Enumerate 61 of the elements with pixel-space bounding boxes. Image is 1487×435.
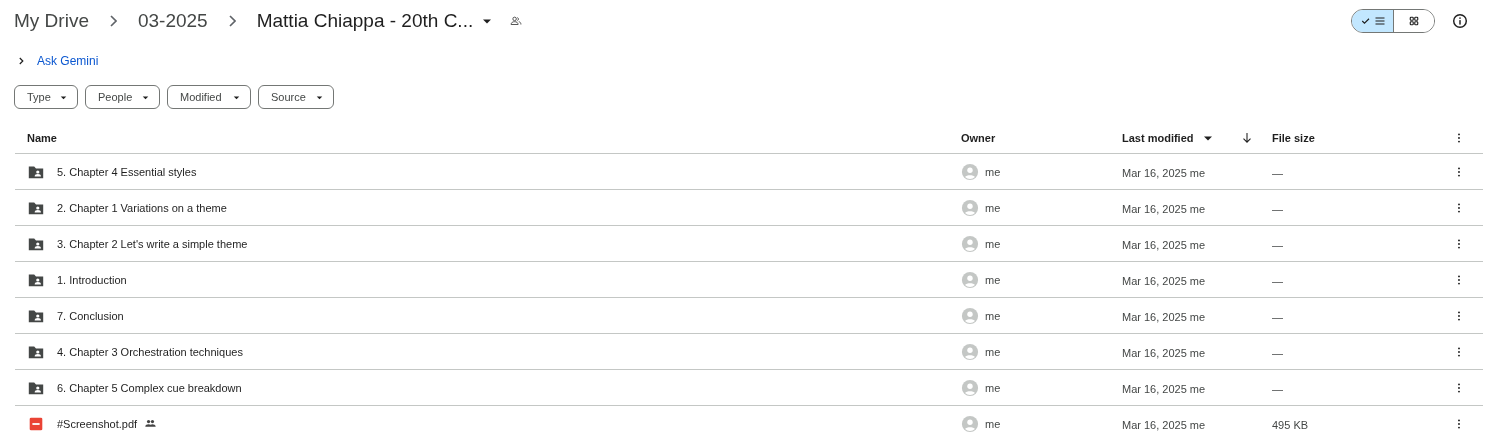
column-header[interactable]: Name (27, 132, 57, 144)
modified-date: Mar 16, 2025 me (1122, 418, 1206, 431)
modified-date: Mar 16, 2025 me (1122, 202, 1206, 215)
owner-name: me (985, 381, 1001, 394)
list-icon (1373, 15, 1386, 27)
avatar-icon (961, 270, 979, 289)
file-name[interactable]: 2. Chapter 1 Variations on a theme (57, 201, 227, 214)
avatar-icon (961, 306, 979, 325)
file-size: — (1272, 202, 1283, 215)
file-size: — (1272, 166, 1283, 179)
owner-name: me (985, 237, 1001, 250)
avatar-icon (961, 378, 979, 397)
owner-name: me (985, 345, 1001, 358)
column-header[interactable]: Owner (961, 132, 996, 144)
column-header[interactable]: File size (1272, 132, 1315, 144)
filter-chip[interactable]: Type (14, 85, 78, 109)
modified-date: Mar 16, 2025 me (1122, 238, 1206, 251)
filter-chip[interactable]: People (85, 85, 160, 109)
file-name[interactable]: 1. Introduction (57, 273, 127, 286)
file-name[interactable]: 6. Chapter 5 Complex cue breakdown (57, 381, 242, 394)
people-icon[interactable] (509, 14, 524, 28)
file-name[interactable]: 7. Conclusion (57, 309, 124, 322)
file-size: — (1272, 346, 1283, 359)
avatar-icon (961, 342, 979, 361)
owner-name: me (985, 309, 1001, 322)
folder-title[interactable]: Mattia Chiappa - 20th C... (256, 10, 474, 32)
modified-date: Mar 16, 2025 me (1122, 310, 1206, 323)
column-header[interactable]: Last modified (1122, 132, 1194, 144)
modified-date: Mar 16, 2025 me (1122, 274, 1206, 287)
owner-name: me (985, 273, 1001, 286)
file-size: — (1272, 382, 1283, 395)
file-name[interactable]: 5. Chapter 4 Essential styles (57, 165, 197, 178)
info-icon[interactable] (1451, 12, 1469, 30)
breadcrumb-link[interactable]: My Drive (14, 10, 89, 32)
owner-name: me (985, 165, 1001, 178)
owner-name: me (985, 417, 1001, 430)
modified-date: Mar 16, 2025 me (1122, 382, 1206, 395)
filter-chip[interactable]: Modified (167, 85, 251, 109)
file-size: — (1272, 238, 1283, 251)
avatar-icon (961, 414, 979, 433)
grid-icon (1408, 15, 1420, 27)
filter-chip[interactable]: Source (258, 85, 334, 109)
check-icon (1359, 15, 1372, 27)
modified-date: Mar 16, 2025 me (1122, 166, 1206, 179)
file-name[interactable]: 4. Chapter 3 Orchestration techniques (57, 345, 243, 358)
ask-gemini-link[interactable]: Ask Gemini (37, 54, 99, 68)
chevron-right-icon (228, 15, 236, 27)
avatar-icon (961, 198, 979, 217)
file-size: 495 KB (1272, 418, 1309, 431)
file-size: — (1272, 274, 1283, 287)
avatar-icon (961, 162, 979, 181)
owner-name: me (985, 201, 1001, 214)
modified-date: Mar 16, 2025 me (1122, 346, 1206, 359)
breadcrumb-link[interactable]: 03-2025 (137, 10, 208, 32)
grid-view-button[interactable] (1393, 10, 1434, 32)
file-name[interactable]: 3. Chapter 2 Let's write a simple theme (57, 237, 248, 250)
chevron-right-icon (109, 15, 117, 27)
list-view-button[interactable] (1352, 10, 1393, 32)
file-name[interactable]: #Screenshot.pdf (57, 417, 138, 430)
avatar-icon (961, 234, 979, 253)
file-size: — (1272, 310, 1283, 323)
